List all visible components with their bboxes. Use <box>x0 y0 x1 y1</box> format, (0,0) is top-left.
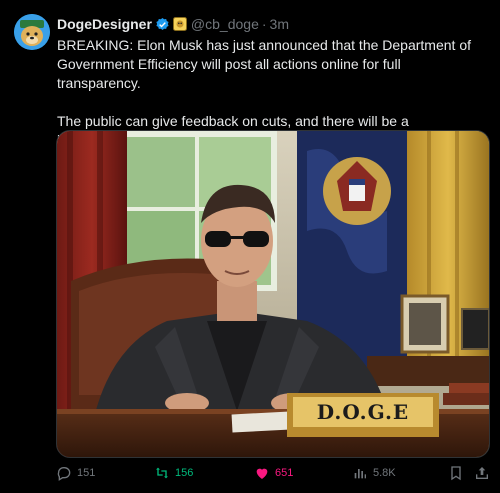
views-icon <box>354 469 366 479</box>
bookmark-button[interactable] <box>448 463 469 483</box>
doge-avatar-icon <box>14 14 50 50</box>
action-bar: 151 156 651 5.8K <box>56 463 492 483</box>
views-button[interactable]: 5.8K <box>352 463 396 483</box>
post-time[interactable]: 3m <box>270 16 289 32</box>
bookmark-icon <box>451 466 461 481</box>
post-paragraph-1: BREAKING: Elon Musk has just announced t… <box>57 37 471 91</box>
repost-count: 156 <box>175 467 194 479</box>
repost-button[interactable]: 156 <box>154 463 193 483</box>
author-name[interactable]: DogeDesigner <box>57 16 152 32</box>
verified-badge-icon[interactable] <box>155 17 170 32</box>
heart-icon <box>256 468 268 479</box>
like-button[interactable]: 651 <box>254 463 293 483</box>
share-icon <box>476 467 488 479</box>
share-button[interactable] <box>474 463 495 483</box>
doge-placard: D.O.G.E <box>316 400 410 424</box>
avatar[interactable] <box>14 14 50 50</box>
repost-icon <box>156 467 168 479</box>
separator-dot: · <box>261 16 267 32</box>
reply-count: 151 <box>77 467 96 479</box>
views-count: 5.8K <box>373 467 396 479</box>
reply-button[interactable]: 151 <box>56 463 95 483</box>
author-handle[interactable]: @cb_doge <box>191 16 259 32</box>
post-header: DogeDesigner @cb_doge · 3m <box>57 14 289 34</box>
reply-icon <box>57 467 71 481</box>
post-image[interactable]: D.O.G.E <box>56 130 490 458</box>
tweet-post[interactable]: DogeDesigner @cb_doge · 3m BREAKING: Elo… <box>0 0 500 493</box>
like-count: 651 <box>275 467 294 479</box>
affiliate-badge-icon[interactable] <box>172 17 187 31</box>
